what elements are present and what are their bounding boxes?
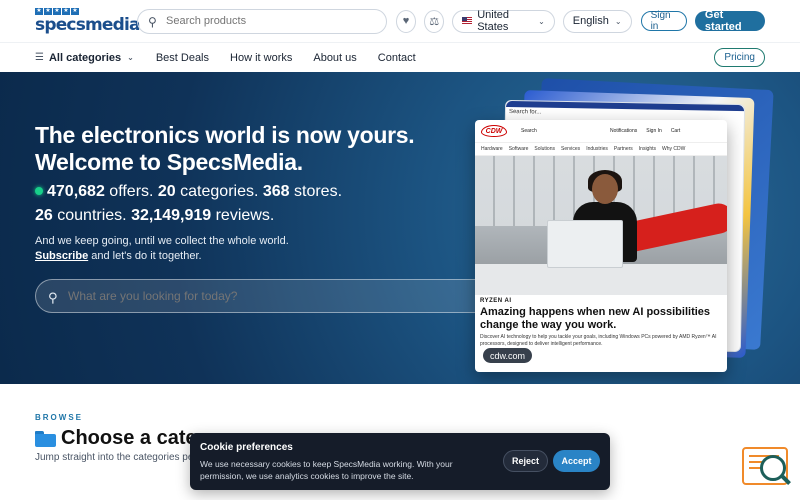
live-indicator-icon <box>35 187 43 195</box>
hero-section: The electronics world is now yours. Welc… <box>0 72 800 384</box>
preview-card-text: Search for... <box>508 108 542 116</box>
reviews-count: 32,149,919 <box>131 207 212 224</box>
main-nav: ☰ All categories ⌄ Best Deals How it wor… <box>0 42 800 72</box>
star-icon: ★ <box>35 8 43 15</box>
stores-count: 368 <box>262 183 290 200</box>
preview-menu-item: Solutions <box>534 146 555 152</box>
preview-menu-item: Services <box>561 146 581 152</box>
get-started-button[interactable]: Get started <box>694 9 765 33</box>
chevron-down-icon: ⌄ <box>614 16 622 26</box>
preview-menu-item: Hardware <box>481 146 503 152</box>
hero-subtext-line-2: Subscribe and let's do it together. <box>35 249 335 264</box>
magnifier-icon <box>760 455 786 481</box>
hero-subtext: And we keep going, until we collect the … <box>35 234 335 264</box>
laptop <box>547 220 623 268</box>
preview-cart: Cart <box>670 128 681 134</box>
chevron-down-icon: ⌄ <box>538 16 545 26</box>
stores-label: stores. <box>289 183 343 200</box>
categories-label: categories. <box>175 183 263 200</box>
pricing-button[interactable]: Pricing <box>714 48 765 67</box>
language-label: English <box>572 15 609 27</box>
star-icon: ★ <box>62 8 70 15</box>
top-header: ★ ★ ★ ★ ★ specsmedia ⚲ ♥ ⚖ United States… <box>0 0 800 42</box>
cdw-logo: CDW <box>481 125 507 137</box>
store-domain-badge: cdw.com <box>483 348 533 363</box>
subscribe-link[interactable]: Subscribe <box>35 250 88 262</box>
desk <box>475 264 727 295</box>
hero-subtext-rest: and let's do it together. <box>88 250 202 262</box>
preview-notifications: Notifications <box>610 128 638 134</box>
reject-cookies-button[interactable]: Reject <box>503 450 548 472</box>
wishlist-button[interactable]: ♥ <box>396 9 417 33</box>
hero-title: The electronics world is now yours. Welc… <box>35 122 455 176</box>
preview-menu: Hardware Software Solutions Services Ind… <box>475 142 727 156</box>
search-icon: ⚲ <box>148 15 157 29</box>
preview-menu-item: Partners <box>613 146 633 152</box>
countries-count: 26 <box>35 207 53 224</box>
cookie-text: We use necessary cookies to keep SpecsMe… <box>200 459 453 481</box>
preview-topbar: CDW Search Notifications Sign In Cart <box>475 120 727 142</box>
reviews-label: reviews. <box>211 207 275 224</box>
preview-menu-item: Industries <box>586 146 608 152</box>
country-select[interactable]: United States ⌄ <box>452 9 555 33</box>
preview-photo <box>475 156 727 295</box>
store-preview-card[interactable]: CDW Search Notifications Sign In Cart Ha… <box>475 120 727 372</box>
language-select[interactable]: English ⌄ <box>562 9 632 33</box>
star-icon: ★ <box>71 8 79 15</box>
stats-line-1: 470,682 offers. 20 categories. 368 store… <box>35 180 435 204</box>
country-label: United States <box>477 9 509 33</box>
preview-search: Search <box>521 128 537 134</box>
logo-stars: ★ ★ ★ ★ ★ <box>35 8 127 15</box>
cookie-banner: Cookie preferences We use necessary cook… <box>190 433 610 490</box>
preview-menu-item: Software <box>508 146 529 152</box>
accept-cookies-button[interactable]: Accept <box>553 450 600 472</box>
sign-in-button[interactable]: Sign in <box>640 10 687 32</box>
site-logo[interactable]: ★ ★ ★ ★ ★ specsmedia <box>35 7 141 35</box>
hero-title-line-2: Welcome to SpecsMedia. <box>35 149 303 175</box>
header-search[interactable]: ⚲ <box>137 8 387 34</box>
floating-search-widget[interactable] <box>740 445 792 489</box>
offers-label: offers. <box>104 183 158 200</box>
offers-count: 470,682 <box>47 183 105 200</box>
nav-link-contact[interactable]: Contact <box>378 52 416 64</box>
preview-headline: Amazing happens when new AI possibilitie… <box>480 306 711 331</box>
logo-text: specsmedia <box>35 15 141 35</box>
browse-eyebrow: BROWSE <box>35 413 83 422</box>
all-categories-menu[interactable]: ☰ All categories ⌄ <box>35 52 134 64</box>
hero-stats: 470,682 offers. 20 categories. 368 store… <box>35 180 435 228</box>
nav-link-how-it-works[interactable]: How it works <box>230 52 292 64</box>
countries-label: countries. <box>52 207 132 224</box>
star-icon: ★ <box>53 8 61 15</box>
scale-icon: ⚖ <box>429 15 440 28</box>
preview-menu-item: Insights <box>638 146 657 152</box>
preview-menu-item: Why CDW <box>662 146 686 152</box>
categories-count: 20 <box>157 183 176 200</box>
hero-title-line-1: The electronics world is now yours. <box>35 122 415 148</box>
search-input[interactable] <box>166 15 376 27</box>
all-categories-label: All categories <box>48 51 122 64</box>
person-head <box>592 174 618 204</box>
chevron-down-icon: ⌄ <box>127 53 134 62</box>
us-flag-icon <box>462 17 473 25</box>
hero-subtext-line-1: And we keep going, until we collect the … <box>35 235 289 247</box>
compare-button[interactable]: ⚖ <box>424 9 445 33</box>
nav-link-best-deals[interactable]: Best Deals <box>156 52 209 64</box>
preview-sign-in: Sign In <box>646 128 662 134</box>
hero-search[interactable]: ⚲ <box>35 279 513 313</box>
stats-line-2: 26 countries. 32,149,919 reviews. <box>35 204 435 228</box>
preview-body: Discover AI technology to help you tackl… <box>480 334 717 347</box>
search-icon: ⚲ <box>48 290 58 305</box>
hero-search-input[interactable] <box>68 289 488 303</box>
preview-brand-line: RYZEN AI <box>480 298 512 304</box>
menu-icon: ☰ <box>35 52 44 63</box>
nav-link-about-us[interactable]: About us <box>313 52 356 64</box>
heart-icon: ♥ <box>402 15 410 27</box>
folder-icon <box>35 430 56 447</box>
star-icon: ★ <box>44 8 52 15</box>
